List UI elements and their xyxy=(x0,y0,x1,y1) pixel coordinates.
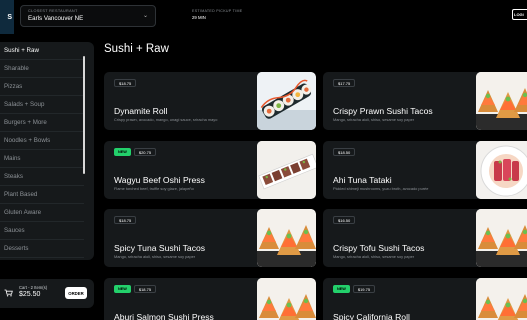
category-sidebar: Sushi + Raw Sharable Pizzas Salads + Sou… xyxy=(0,42,94,260)
item-photo xyxy=(476,209,527,267)
item-description: Flame torched beef, truffle soy glaze, j… xyxy=(114,186,194,191)
card-badges: $17.75 xyxy=(333,79,356,87)
item-photo xyxy=(257,141,316,199)
price-tag: $18.75 xyxy=(114,216,137,224)
card-badges: $18.75 xyxy=(114,79,137,87)
sidebar-item-sauces[interactable]: Sauces xyxy=(0,222,84,240)
item-name: Wagyu Beef Oshi Press xyxy=(114,175,205,185)
item-photo xyxy=(476,141,527,199)
price-tag: $19.75 xyxy=(352,285,376,293)
sidebar-item-burgers-more[interactable]: Burgers + More xyxy=(0,114,84,132)
chevron-down-icon: ⌄ xyxy=(142,13,148,19)
price-tag: $18.75 xyxy=(114,79,137,87)
card-badges: NEW $19.75 xyxy=(333,285,376,293)
sidebar-item-sushi-raw[interactable]: Sushi + Raw xyxy=(0,42,84,60)
cart-icon xyxy=(4,289,13,299)
cart-summary[interactable]: Cart - 2 Item(s) $25.50 ORDER xyxy=(0,279,94,308)
item-name: Crispy Prawn Sushi Tacos xyxy=(333,106,433,116)
menu-card-ahi-tuna-tataki[interactable]: $18.50 Ahi Tuna Tataki Pickled shimeji mus… xyxy=(323,141,527,199)
sidebar-item-sharable[interactable]: Sharable xyxy=(0,60,84,78)
pickup-time: ESTIMATED PICKUP TIME 29 MIN xyxy=(192,9,242,20)
item-name: Dynamite Roll xyxy=(114,106,168,116)
sidebar-item-salads-soup[interactable]: Salads + Soup xyxy=(0,96,84,114)
menu-card-spicy-tuna-sushi-tacos[interactable]: $18.75 Spicy Tuna Sushi Tacos Mango, srira… xyxy=(104,209,316,267)
top-bar: S CLOSEST RESTAURANT Earls Vancouver NE … xyxy=(0,0,527,34)
item-description: Crispy prawn, avocado, mango, unagi sauc… xyxy=(114,117,218,122)
sidebar-item-noodles-bowls[interactable]: Noodles + Bowls xyxy=(0,132,84,150)
menu-card-crispy-tofu-sushi-tacos[interactable]: $16.50 Crispy Tofu Sushi Tacos Mango, srir… xyxy=(323,209,527,267)
item-name: Spicy Tuna Sushi Tacos xyxy=(114,243,206,253)
price-tag: $17.75 xyxy=(333,79,356,87)
login-button[interactable]: LOGI xyxy=(512,9,527,20)
sidebar-item-mains[interactable]: Mains xyxy=(0,150,84,168)
card-badges: NEW $18.75 xyxy=(114,285,157,293)
card-badges: NEW $20.75 xyxy=(114,148,157,156)
sidebar-scrollbar[interactable] xyxy=(83,56,85,174)
pickup-label: ESTIMATED PICKUP TIME xyxy=(192,9,243,13)
cart-item-count: Cart - 2 Item(s) xyxy=(19,285,48,290)
item-name: Aburi Salmon Sushi Press xyxy=(114,312,214,320)
pickup-value: 29 MIN xyxy=(192,15,206,20)
sidebar-item-plant-based[interactable]: Plant Based xyxy=(0,186,84,204)
item-description: Mango, sriracha aioli, shiso, sesame soy… xyxy=(333,117,415,122)
item-photo xyxy=(257,209,316,267)
item-description: Mango, sriracha aioli, shiso, sesame soy… xyxy=(333,254,415,259)
item-photo xyxy=(476,278,527,320)
menu-card-spicy-california-roll[interactable]: NEW $19.75 Spicy California Roll xyxy=(323,278,527,320)
restaurant-value: Earls Vancouver NE xyxy=(28,15,84,22)
order-button[interactable]: ORDER xyxy=(65,287,87,299)
price-tag: $20.75 xyxy=(133,148,157,156)
sidebar-item-desserts[interactable]: Desserts xyxy=(0,240,84,258)
cart-total: $25.50 xyxy=(19,291,41,298)
price-tag: $18.75 xyxy=(133,285,157,293)
item-name: Spicy California Roll xyxy=(333,312,410,320)
sidebar-item-pizzas[interactable]: Pizzas xyxy=(0,78,84,96)
card-badges: $18.50 xyxy=(333,148,356,156)
brand-logo[interactable]: S xyxy=(0,0,14,34)
sidebar-item-gluten-aware[interactable]: Gluten Aware xyxy=(0,204,84,222)
item-description: Pickled shimeji mushrooms, yuzu broth, a… xyxy=(333,186,429,191)
price-tag: $16.50 xyxy=(333,216,356,224)
restaurant-label: CLOSEST RESTAURANT xyxy=(28,9,78,13)
menu-card-aburi-salmon-sushi-press[interactable]: NEW $18.75 Aburi Salmon Sushi Press xyxy=(104,278,316,320)
item-name: Ahi Tuna Tataki xyxy=(333,175,392,185)
card-badges: $16.50 xyxy=(333,216,356,224)
price-tag: $18.50 xyxy=(333,148,356,156)
new-badge: NEW xyxy=(333,285,350,293)
item-name: Crispy Tofu Sushi Tacos xyxy=(333,243,425,253)
sidebar-item-steaks[interactable]: Steaks xyxy=(0,168,84,186)
item-photo xyxy=(257,278,316,320)
item-description: Mango, sriracha aioli, shiso, sesame soy… xyxy=(114,254,196,259)
restaurant-selector[interactable]: CLOSEST RESTAURANT Earls Vancouver NE ⌄ xyxy=(20,5,156,27)
menu-card-crispy-prawn-sushi-tacos[interactable]: $17.75 Crispy Prawn Sushi Tacos Mango, sri… xyxy=(323,72,527,130)
brand-logo-text: S xyxy=(7,13,12,21)
item-photo xyxy=(476,72,527,130)
new-badge: NEW xyxy=(114,285,131,293)
item-photo xyxy=(257,72,316,130)
page-title: Sushi + Raw xyxy=(104,43,169,55)
menu-card-wagyu-beef-oshi-press[interactable]: NEW $20.75 Wagyu Beef Oshi Press Flame torc… xyxy=(104,141,316,199)
new-badge: NEW xyxy=(114,148,131,156)
menu-card-dynamite-roll[interactable]: $18.75 Dynamite Roll Crispy prawn, avocado… xyxy=(104,72,316,130)
card-badges: $18.75 xyxy=(114,216,137,224)
